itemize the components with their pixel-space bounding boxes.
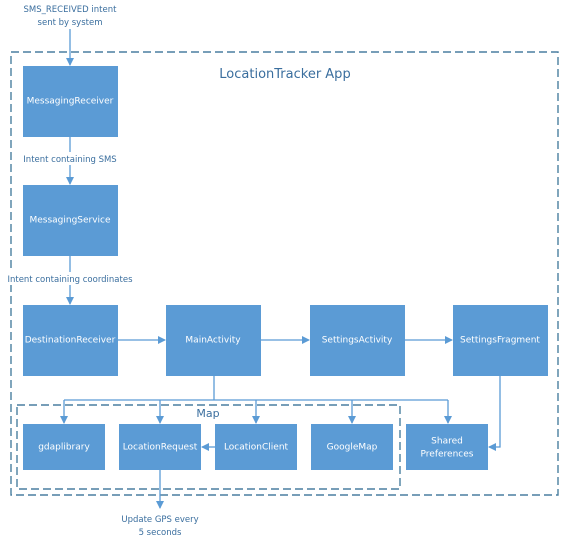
sms-received-label-2: sent by system	[38, 18, 103, 28]
svg-text:SettingsFragment: SettingsFragment	[460, 336, 540, 346]
svg-text:DestinationReceiver: DestinationReceiver	[25, 336, 116, 346]
svg-text:GoogleMap: GoogleMap	[327, 443, 378, 453]
node-location-client: LocationClient	[215, 424, 297, 470]
svg-text:LocationClient: LocationClient	[224, 443, 289, 453]
node-google-map: GoogleMap	[311, 424, 393, 470]
node-settings-fragment: SettingsFragment	[453, 305, 548, 376]
map-title: Map	[196, 407, 219, 420]
node-destination-receiver: DestinationReceiver	[23, 305, 118, 376]
node-main-activity: MainActivity	[166, 305, 261, 376]
svg-text:MainActivity: MainActivity	[185, 336, 241, 346]
sms-received-label: SMS_RECEIVED intent	[24, 5, 118, 15]
architecture-diagram: LocationTracker App Map SMS_RECEIVED int…	[4, 5, 559, 538]
node-location-request: LocationRequest	[119, 424, 201, 470]
svg-text:SettingsActivity: SettingsActivity	[322, 336, 393, 346]
sms-intent-label: Intent containing SMS	[23, 155, 116, 165]
svg-text:LocationRequest: LocationRequest	[123, 443, 198, 453]
app-title: LocationTracker App	[219, 67, 350, 82]
gps-update-label-2: 5 seconds	[139, 528, 182, 538]
edge-main-branch	[64, 376, 448, 401]
node-settings-activity: SettingsActivity	[310, 305, 405, 376]
coordinates-intent-label: Intent containing coordinates	[7, 275, 133, 285]
svg-text:MessagingReceiver: MessagingReceiver	[27, 97, 114, 107]
svg-text:Shared: Shared	[431, 437, 463, 447]
node-messaging-receiver: MessagingReceiver	[23, 66, 118, 137]
edge-fragment-to-shared-prefs	[488, 376, 501, 451]
node-messaging-service: MessagingService	[23, 185, 118, 256]
svg-text:gdaplibrary: gdaplibrary	[38, 443, 90, 453]
node-shared-preferences: Shared Preferences	[406, 424, 488, 470]
gps-update-label: Update GPS every	[121, 515, 198, 525]
svg-text:Preferences: Preferences	[421, 450, 474, 460]
node-gdaplibrary: gdaplibrary	[23, 424, 105, 470]
svg-text:MessagingService: MessagingService	[29, 216, 111, 226]
